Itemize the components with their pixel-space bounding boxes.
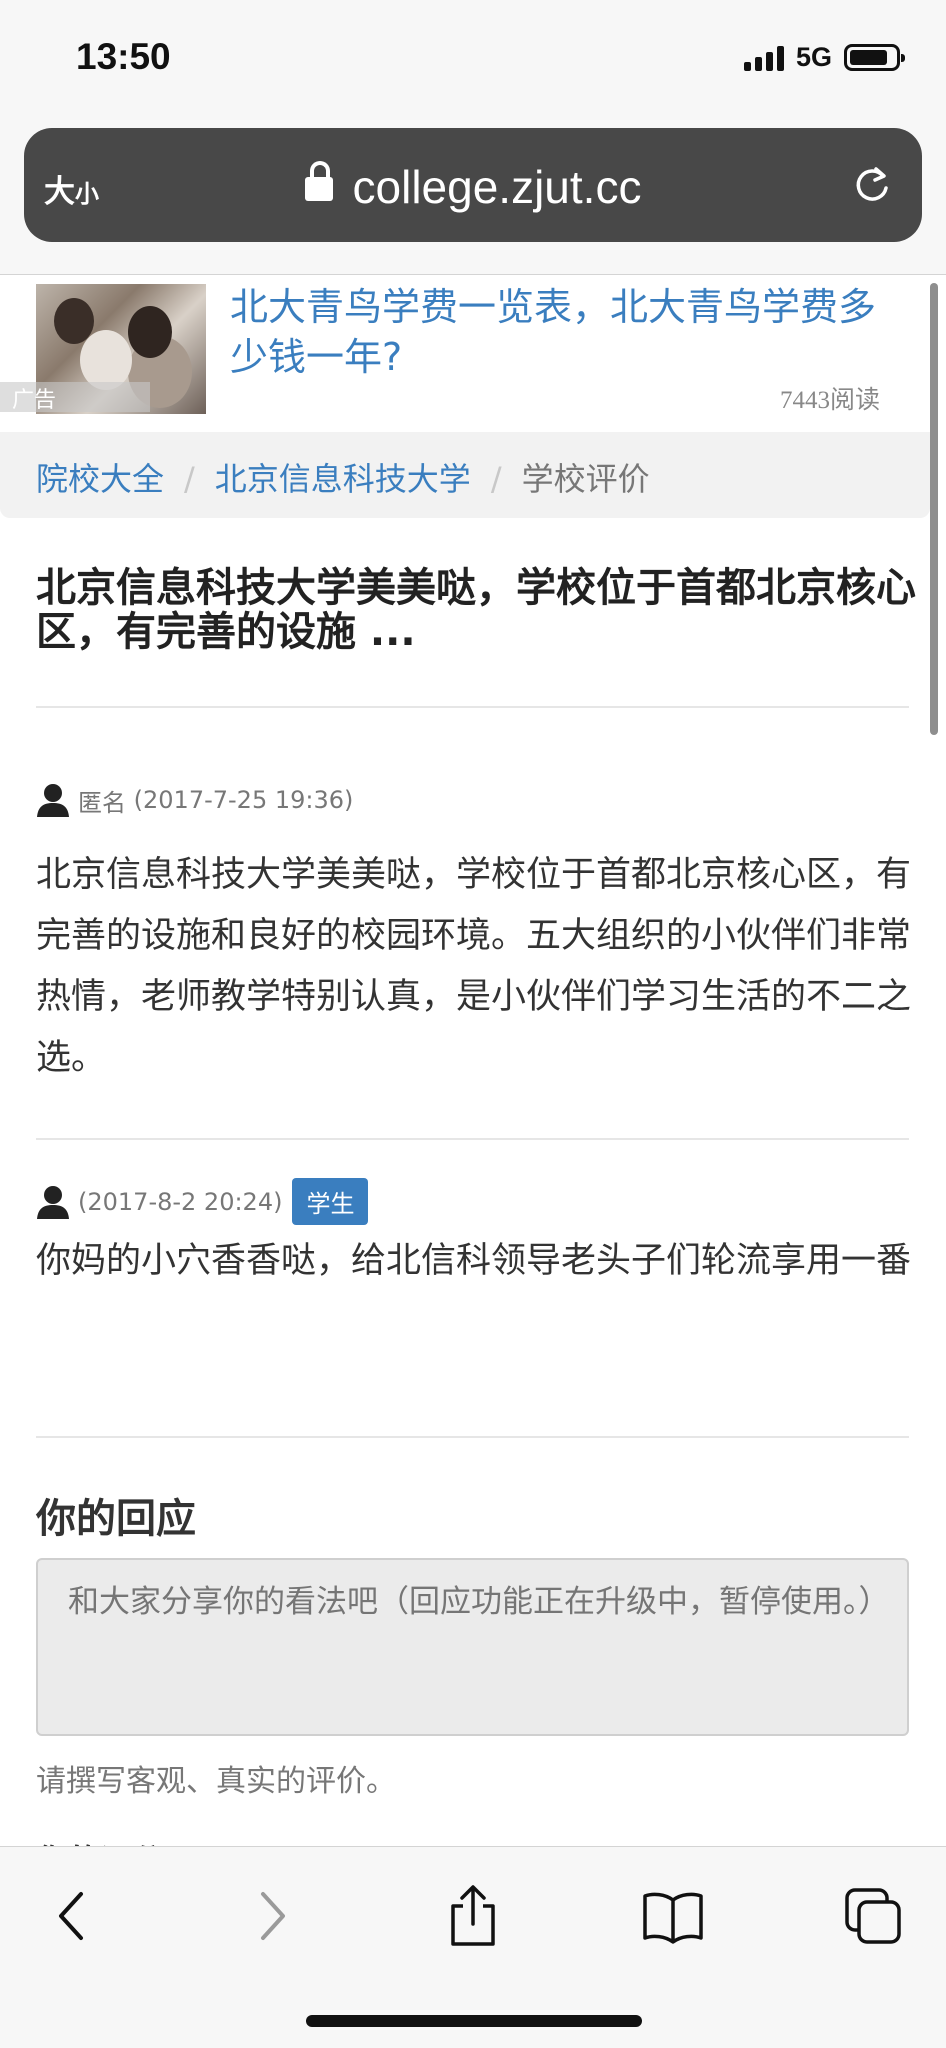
status-time: 13:50: [76, 36, 171, 77]
tabs-icon: [845, 1888, 901, 1944]
share-icon: [451, 1885, 495, 1946]
comment-text: 北京信息科技大学美美哒，学校位于首都北京核心区，有完善的设施和良好的校园环境。五…: [36, 855, 912, 1078]
tabs-button[interactable]: [838, 1881, 908, 1951]
comment-text: 你妈的小穴香香哒，给北信科领导老头子们轮流享用一番: [36, 1241, 912, 1281]
share-button[interactable]: [438, 1881, 508, 1951]
comment-meta: (2017-8-2 20:24) 学生: [36, 1178, 369, 1225]
scrollbar[interactable]: [930, 283, 938, 735]
browser-top-bar: 大小 college.zjut.cc: [0, 122, 946, 275]
comment-author: 匿名: [78, 788, 126, 817]
breadcrumb-current: 学校评价: [521, 460, 650, 498]
divider: [36, 1138, 909, 1140]
status-bar: 13:50 5G: [0, 0, 946, 122]
post-title: 北京信息科技大学美美哒，学校位于首都北京核心区，有完善的设施 ...: [36, 565, 916, 655]
home-indicator[interactable]: [306, 2015, 642, 2027]
browser-toolbar: [0, 1846, 946, 2048]
role-badge: 学生: [292, 1178, 369, 1225]
bookmarks-button[interactable]: [638, 1881, 708, 1951]
ad-banner[interactable]: 北大青鸟学费一览表，北大青鸟学费多少钱一年? 7443阅读 广告: [0, 276, 946, 432]
breadcrumb: 院校大全 / 北京信息科技大学 / 学校评价: [0, 432, 930, 518]
bookmarks-icon: [643, 1892, 703, 1944]
reload-icon[interactable]: [852, 164, 892, 204]
signal-icon: [743, 45, 784, 71]
page-content: 北大青鸟学费一览表，北大青鸟学费多少钱一年? 7443阅读 广告 院校大全 / 北京…: [0, 276, 946, 1846]
ad-title-link[interactable]: 北大青鸟学费一览表，北大青鸟学费多少钱一年?: [230, 282, 910, 382]
breadcrumb-separator: /: [490, 460, 502, 498]
comment-meta: 匿名 (2017-7-25 19:36): [36, 782, 353, 818]
back-button[interactable]: [36, 1881, 106, 1951]
status-indicators: 5G: [743, 42, 905, 73]
battery-icon: [844, 44, 905, 71]
address-bar[interactable]: 大小 college.zjut.cc: [24, 128, 922, 242]
back-icon: [59, 1892, 83, 1940]
divider: [36, 1436, 909, 1438]
url-text: college.zjut.cc: [352, 161, 642, 213]
divider: [36, 706, 909, 708]
url-display[interactable]: college.zjut.cc: [24, 160, 922, 214]
breadcrumb-link-colleges[interactable]: 院校大全: [36, 460, 164, 498]
network-type: 5G: [795, 42, 832, 72]
ad-read-count: 7443阅读: [779, 387, 880, 414]
user-icon: [37, 1185, 69, 1219]
rating-heading: 你的评分: [36, 1836, 164, 1846]
user-icon: [37, 784, 69, 817]
breadcrumb-separator: /: [184, 460, 195, 498]
reply-help-text: 请撰写客观、真实的评价。: [36, 1764, 396, 1799]
comment-time: (2017-7-25 19:36): [133, 786, 354, 814]
lock-icon: [304, 161, 333, 201]
forward-button[interactable]: [238, 1881, 308, 1951]
reply-heading: 你的回应: [36, 1496, 196, 1542]
ad-badge: 广告: [0, 382, 150, 413]
forward-icon: [261, 1892, 285, 1940]
reply-textarea[interactable]: [36, 1558, 909, 1736]
comment-time: (2017-8-2 20:24): [78, 1187, 283, 1216]
breadcrumb-link-university[interactable]: 北京信息科技大学: [215, 460, 471, 498]
